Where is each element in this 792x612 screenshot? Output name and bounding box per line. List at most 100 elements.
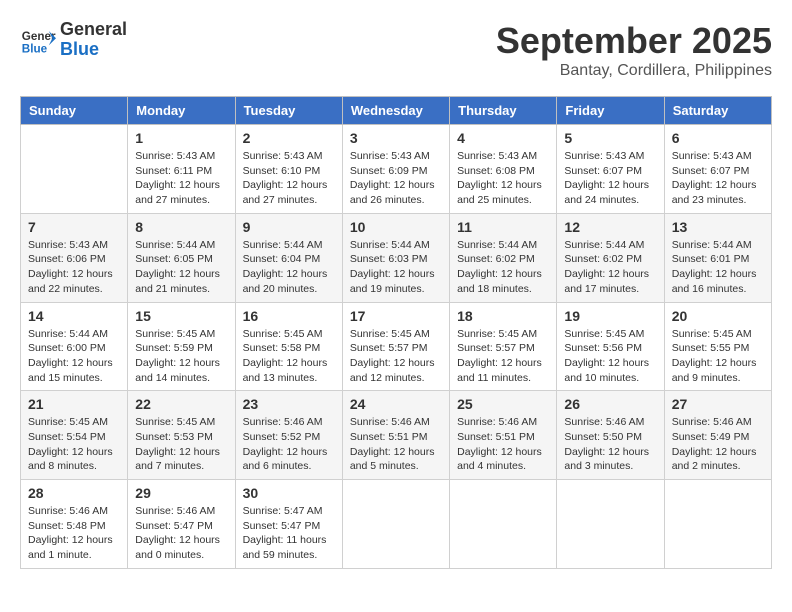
day-number: 22 — [135, 396, 227, 412]
week-row-3: 14Sunrise: 5:44 AM Sunset: 6:00 PM Dayli… — [21, 302, 772, 391]
day-cell: 7 Sunrise: 5:43 AM Sunset: 6:06 PM Daylig… — [21, 213, 128, 302]
day-number: 30 — [243, 485, 335, 501]
col-sunday: Sunday — [21, 97, 128, 125]
day-cell: 19 Sunrise: 5:45 AM Sunset: 5:56 PM Dayli… — [557, 302, 664, 391]
day-info: Sunrise: 5:44 AM Sunset: 6:01 PM Dayligh… — [672, 238, 764, 297]
day-info: Sunrise: 5:43 AM Sunset: 6:07 PM Dayligh… — [564, 149, 656, 208]
day-info: Sunrise: 5:45 AM Sunset: 5:54 PM Dayligh… — [28, 415, 120, 474]
day-number: 7 — [28, 219, 120, 235]
day-number: 23 — [243, 396, 335, 412]
day-number: 12 — [564, 219, 656, 235]
day-number: 29 — [135, 485, 227, 501]
day-cell: 5 Sunrise: 5:43 AM Sunset: 6:07 PM Daylig… — [557, 125, 664, 214]
day-cell: 22 Sunrise: 5:45 AM Sunset: 5:53 PM Dayli… — [128, 391, 235, 480]
day-info: Sunrise: 5:45 AM Sunset: 5:55 PM Dayligh… — [672, 327, 764, 386]
day-number: 20 — [672, 308, 764, 324]
day-info: Sunrise: 5:45 AM Sunset: 5:59 PM Dayligh… — [135, 327, 227, 386]
day-info: Sunrise: 5:46 AM Sunset: 5:51 PM Dayligh… — [457, 415, 549, 474]
day-cell — [342, 480, 449, 569]
day-cell: 8Sunrise: 5:44 AM Sunset: 6:05 PM Daylig… — [128, 213, 235, 302]
logo-icon: General Blue — [20, 22, 56, 58]
day-cell: 16Sunrise: 5:45 AM Sunset: 5:58 PM Dayli… — [235, 302, 342, 391]
header-row: Sunday Monday Tuesday Wednesday Thursday… — [21, 97, 772, 125]
col-tuesday: Tuesday — [235, 97, 342, 125]
day-info: Sunrise: 5:46 AM Sunset: 5:47 PM Dayligh… — [135, 504, 227, 563]
day-cell: 6 Sunrise: 5:43 AM Sunset: 6:07 PM Daylig… — [664, 125, 771, 214]
day-cell: 13 Sunrise: 5:44 AM Sunset: 6:01 PM Dayli… — [664, 213, 771, 302]
day-info: Sunrise: 5:44 AM Sunset: 6:02 PM Dayligh… — [457, 238, 549, 297]
day-cell — [664, 480, 771, 569]
week-row-5: 28Sunrise: 5:46 AM Sunset: 5:48 PM Dayli… — [21, 480, 772, 569]
day-number: 15 — [135, 308, 227, 324]
day-number: 26 — [564, 396, 656, 412]
day-cell: 14Sunrise: 5:44 AM Sunset: 6:00 PM Dayli… — [21, 302, 128, 391]
header-area: General Blue General Blue September 2025… — [20, 20, 772, 80]
day-cell: 29 Sunrise: 5:46 AM Sunset: 5:47 PM Dayli… — [128, 480, 235, 569]
day-cell: 24Sunrise: 5:46 AM Sunset: 5:51 PM Dayli… — [342, 391, 449, 480]
day-info: Sunrise: 5:45 AM Sunset: 5:57 PM Dayligh… — [350, 327, 442, 386]
day-info: Sunrise: 5:47 AM Sunset: 5:47 PM Dayligh… — [243, 504, 335, 563]
day-number: 19 — [564, 308, 656, 324]
day-cell: 15 Sunrise: 5:45 AM Sunset: 5:59 PM Dayli… — [128, 302, 235, 391]
day-number: 25 — [457, 396, 549, 412]
day-info: Sunrise: 5:44 AM Sunset: 6:00 PM Dayligh… — [28, 327, 120, 386]
day-cell — [450, 480, 557, 569]
col-friday: Friday — [557, 97, 664, 125]
logo: General Blue General Blue — [20, 20, 127, 60]
day-number: 6 — [672, 130, 764, 146]
col-thursday: Thursday — [450, 97, 557, 125]
location-title: Bantay, Cordillera, Philippines — [496, 62, 772, 80]
day-cell: 3 Sunrise: 5:43 AM Sunset: 6:09 PM Daylig… — [342, 125, 449, 214]
svg-text:General: General — [22, 30, 56, 43]
day-cell: 26 Sunrise: 5:46 AM Sunset: 5:50 PM Dayli… — [557, 391, 664, 480]
week-row-2: 7 Sunrise: 5:43 AM Sunset: 6:06 PM Daylig… — [21, 213, 772, 302]
day-number: 18 — [457, 308, 549, 324]
day-info: Sunrise: 5:43 AM Sunset: 6:09 PM Dayligh… — [350, 149, 442, 208]
day-cell: 1 Sunrise: 5:43 AM Sunset: 6:11 PM Daylig… — [128, 125, 235, 214]
day-info: Sunrise: 5:44 AM Sunset: 6:04 PM Dayligh… — [243, 238, 335, 297]
day-cell: 17Sunrise: 5:45 AM Sunset: 5:57 PM Dayli… — [342, 302, 449, 391]
day-info: Sunrise: 5:46 AM Sunset: 5:48 PM Dayligh… — [28, 504, 120, 563]
day-cell: 27Sunrise: 5:46 AM Sunset: 5:49 PM Dayli… — [664, 391, 771, 480]
day-number: 13 — [672, 219, 764, 235]
day-number: 16 — [243, 308, 335, 324]
svg-text:Blue: Blue — [22, 42, 48, 55]
day-number: 2 — [243, 130, 335, 146]
day-number: 24 — [350, 396, 442, 412]
day-cell: 30 Sunrise: 5:47 AM Sunset: 5:47 PM Dayli… — [235, 480, 342, 569]
day-info: Sunrise: 5:43 AM Sunset: 6:11 PM Dayligh… — [135, 149, 227, 208]
day-info: Sunrise: 5:45 AM Sunset: 5:56 PM Dayligh… — [564, 327, 656, 386]
day-info: Sunrise: 5:43 AM Sunset: 6:10 PM Dayligh… — [243, 149, 335, 208]
day-cell — [21, 125, 128, 214]
logo-general: General — [60, 20, 127, 40]
week-row-1: 1 Sunrise: 5:43 AM Sunset: 6:11 PM Daylig… — [21, 125, 772, 214]
day-cell: 25 Sunrise: 5:46 AM Sunset: 5:51 PM Dayli… — [450, 391, 557, 480]
day-info: Sunrise: 5:43 AM Sunset: 6:08 PM Dayligh… — [457, 149, 549, 208]
title-area: September 2025 Bantay, Cordillera, Phili… — [496, 20, 772, 80]
col-saturday: Saturday — [664, 97, 771, 125]
day-info: Sunrise: 5:44 AM Sunset: 6:03 PM Dayligh… — [350, 238, 442, 297]
day-number: 3 — [350, 130, 442, 146]
day-cell: 21Sunrise: 5:45 AM Sunset: 5:54 PM Dayli… — [21, 391, 128, 480]
day-cell — [557, 480, 664, 569]
day-cell: 18 Sunrise: 5:45 AM Sunset: 5:57 PM Dayli… — [450, 302, 557, 391]
day-info: Sunrise: 5:45 AM Sunset: 5:57 PM Dayligh… — [457, 327, 549, 386]
day-number: 4 — [457, 130, 549, 146]
day-number: 9 — [243, 219, 335, 235]
day-info: Sunrise: 5:46 AM Sunset: 5:52 PM Dayligh… — [243, 415, 335, 474]
day-info: Sunrise: 5:46 AM Sunset: 5:50 PM Dayligh… — [564, 415, 656, 474]
day-number: 10 — [350, 219, 442, 235]
day-number: 5 — [564, 130, 656, 146]
day-info: Sunrise: 5:45 AM Sunset: 5:53 PM Dayligh… — [135, 415, 227, 474]
day-info: Sunrise: 5:44 AM Sunset: 6:05 PM Dayligh… — [135, 238, 227, 297]
day-cell: 12Sunrise: 5:44 AM Sunset: 6:02 PM Dayli… — [557, 213, 664, 302]
day-cell: 4 Sunrise: 5:43 AM Sunset: 6:08 PM Daylig… — [450, 125, 557, 214]
day-info: Sunrise: 5:43 AM Sunset: 6:07 PM Dayligh… — [672, 149, 764, 208]
col-wednesday: Wednesday — [342, 97, 449, 125]
logo-blue: Blue — [60, 40, 127, 60]
week-row-4: 21Sunrise: 5:45 AM Sunset: 5:54 PM Dayli… — [21, 391, 772, 480]
month-title: September 2025 — [496, 20, 772, 62]
day-info: Sunrise: 5:43 AM Sunset: 6:06 PM Dayligh… — [28, 238, 120, 297]
day-number: 1 — [135, 130, 227, 146]
col-monday: Monday — [128, 97, 235, 125]
